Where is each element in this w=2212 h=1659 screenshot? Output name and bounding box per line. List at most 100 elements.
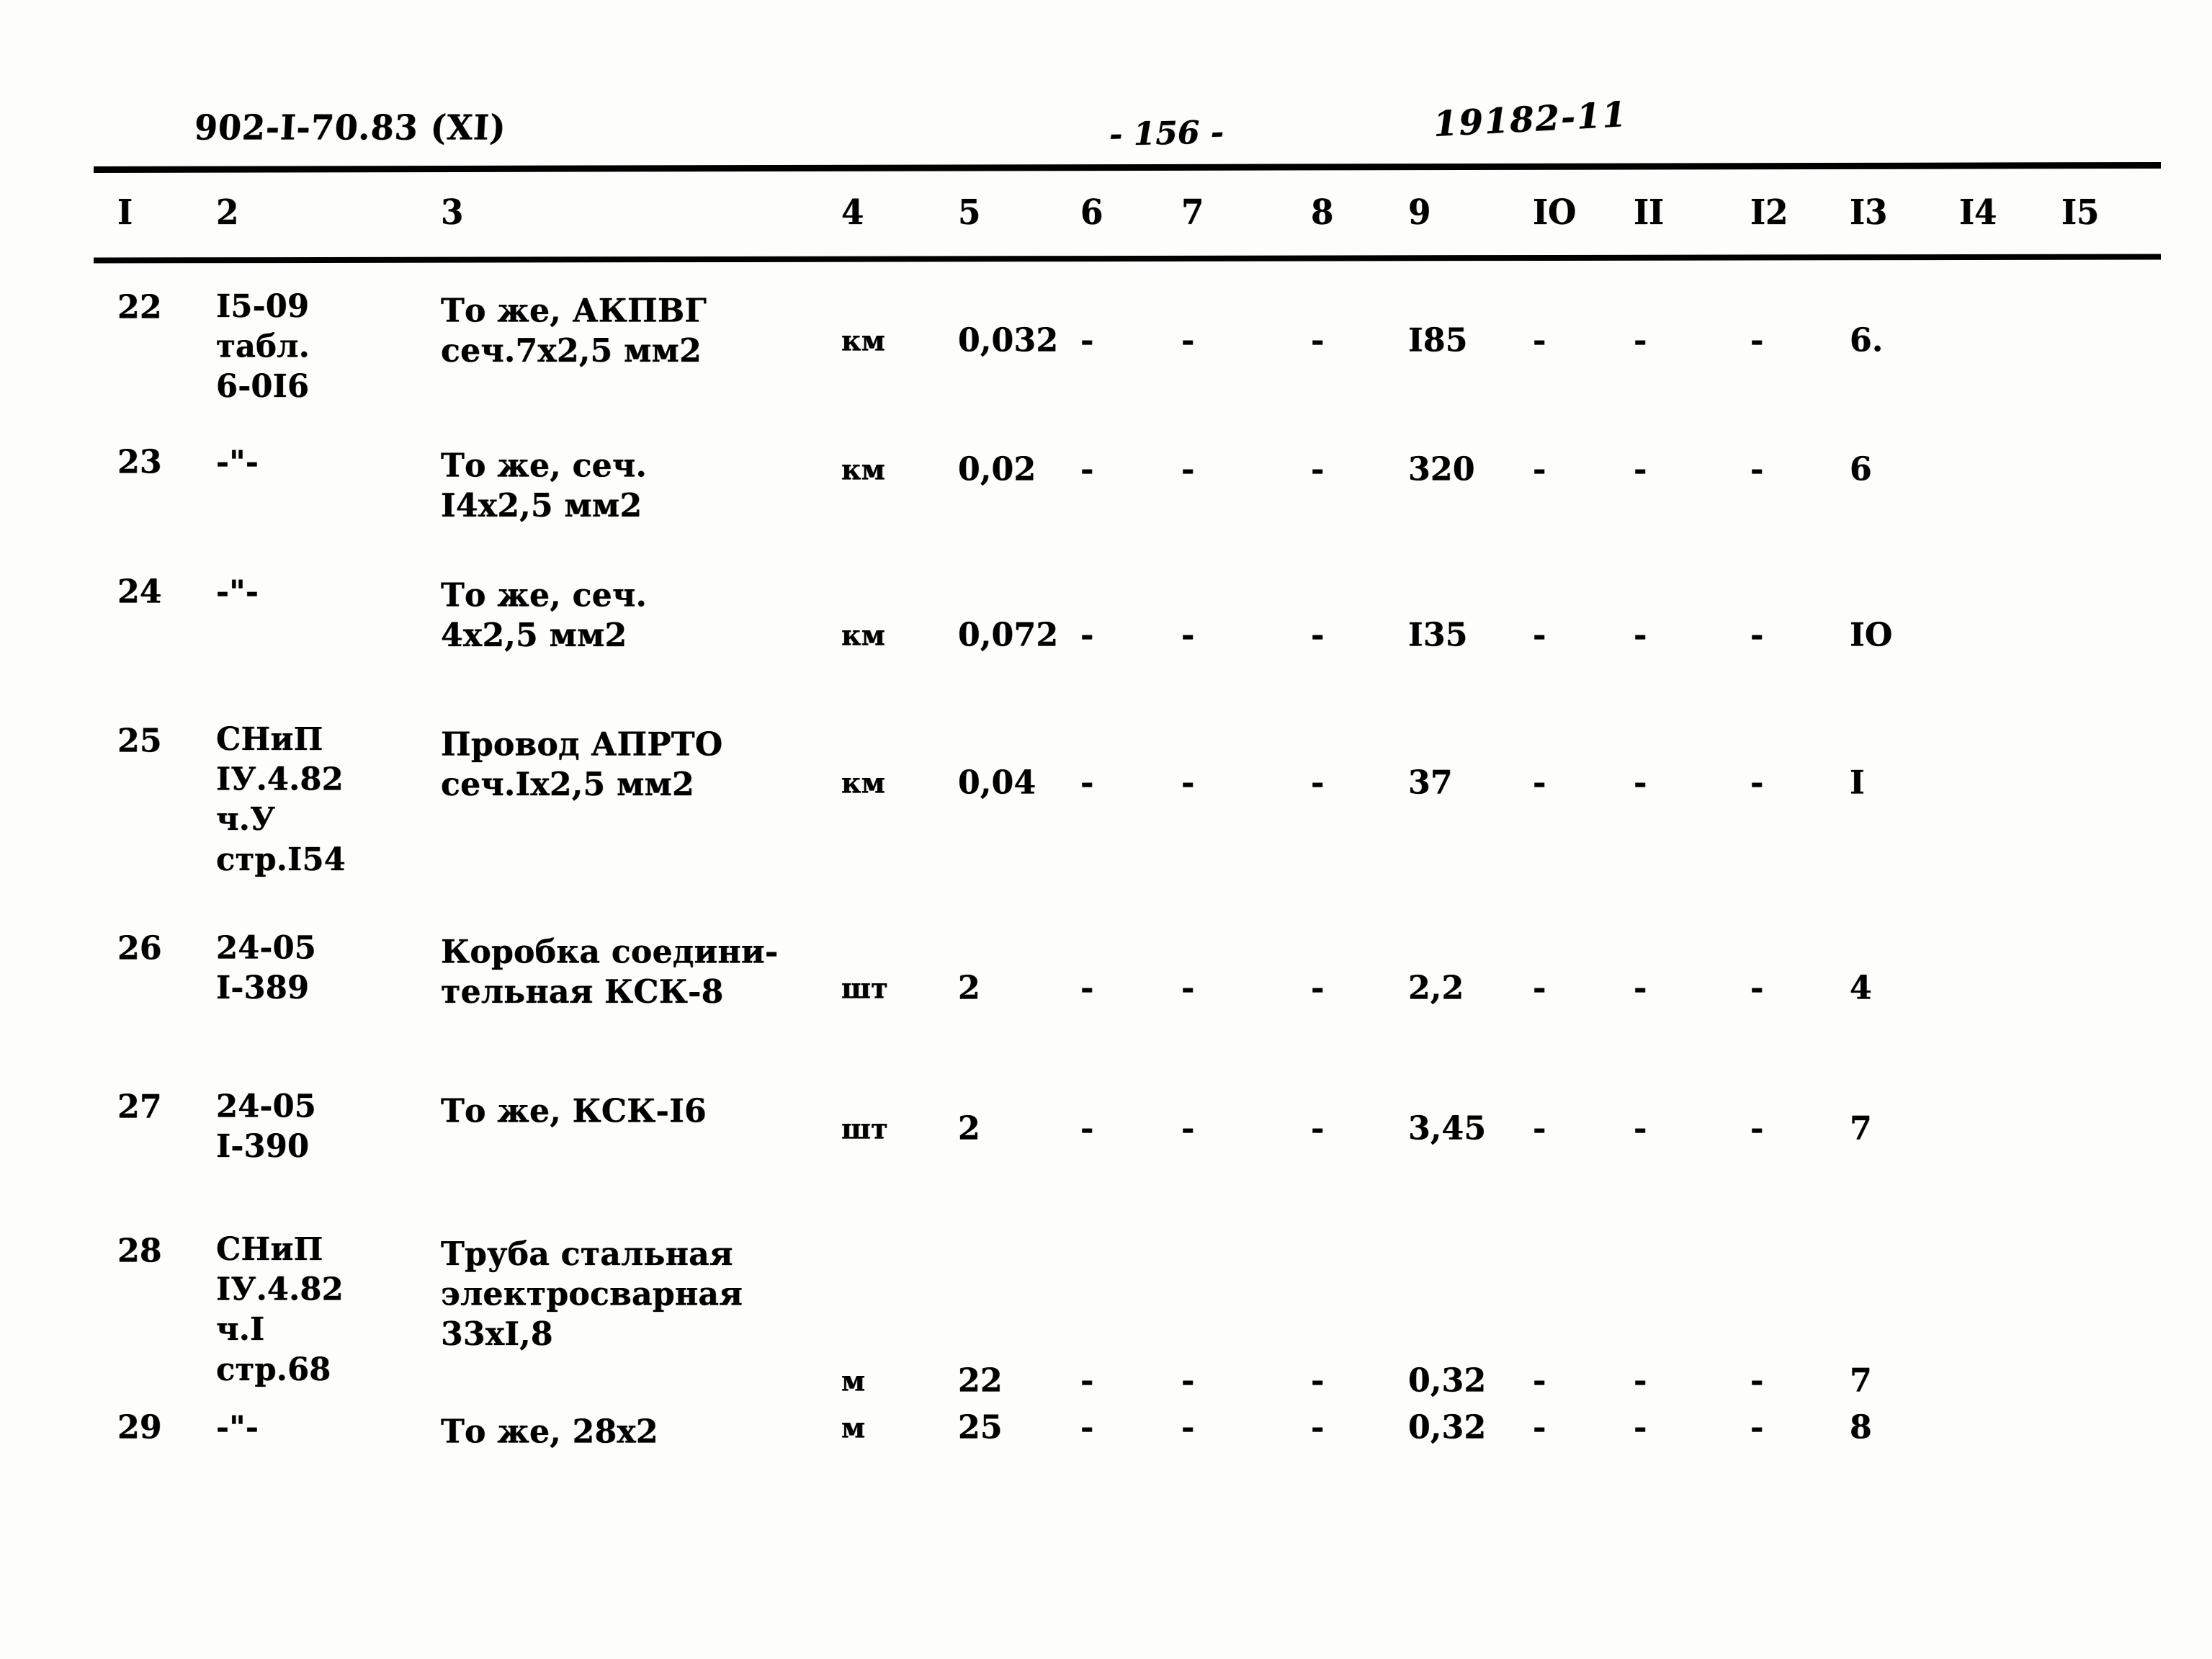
row-col7: -	[1181, 616, 1195, 654]
column-header-11: II	[1634, 192, 1665, 233]
row-col10: -	[1533, 969, 1546, 1007]
row-col7: -	[1181, 1408, 1195, 1446]
row-col9-value: 0,32	[1408, 1361, 1487, 1400]
row-col12: -	[1750, 1109, 1764, 1148]
row-item-name: То же, КСК-I6	[441, 1092, 707, 1130]
row-reference-code: -"-	[216, 444, 259, 481]
row-col6: -	[1080, 1361, 1094, 1400]
row-col8: -	[1311, 969, 1325, 1007]
column-header-5: 5	[958, 192, 981, 233]
row-unit: м	[841, 1410, 866, 1444]
column-header-15: I5	[2061, 192, 2100, 233]
row-item-name: То же, 28х2	[441, 1413, 658, 1451]
row-col12: -	[1750, 450, 1764, 488]
row-col12: -	[1750, 764, 1764, 802]
row-col9-value: I35	[1408, 616, 1468, 654]
row-index: 28	[117, 1232, 162, 1270]
row-reference-code: СНиП IУ.4.82 ч.У стр.I54	[216, 720, 346, 879]
row-quantity: 2	[958, 1109, 980, 1148]
row-col10: -	[1533, 616, 1546, 654]
row-item-name: То же, сеч. 4х2,5 мм2	[441, 576, 648, 655]
row-unit: шт	[841, 971, 888, 1005]
row-col7: -	[1181, 450, 1195, 488]
row-quantity: 2	[958, 969, 980, 1007]
row-index: 29	[117, 1408, 162, 1446]
row-col11: -	[1634, 1408, 1647, 1446]
row-item-name: Провод АПРТО сеч.Iх2,5 мм2	[441, 725, 723, 804]
row-col11: -	[1634, 616, 1647, 654]
row-col7: -	[1181, 321, 1195, 359]
row-index: 26	[117, 929, 162, 967]
row-reference-code: 24-05 I-389	[216, 929, 317, 1007]
row-col12: -	[1750, 969, 1764, 1007]
row-col8: -	[1311, 1361, 1325, 1400]
row-unit: м	[841, 1364, 866, 1398]
row-col13-value: 7	[1850, 1109, 1872, 1148]
row-unit: км	[841, 766, 886, 800]
row-reference-code: 24-05 I-390	[216, 1088, 317, 1166]
row-quantity: 22	[958, 1361, 1003, 1400]
row-col6: -	[1080, 1109, 1094, 1148]
row-col12: -	[1750, 1361, 1764, 1400]
row-col7: -	[1181, 1109, 1195, 1148]
column-header-13: I3	[1850, 192, 1888, 233]
column-header-6: 6	[1080, 192, 1103, 233]
row-col12: -	[1750, 1408, 1764, 1446]
row-col9-value: 0,32	[1408, 1408, 1487, 1446]
row-col9-value: 2,2	[1408, 969, 1464, 1007]
row-col6: -	[1080, 321, 1094, 359]
row-col11: -	[1634, 1109, 1647, 1148]
column-header-3: 3	[441, 192, 464, 233]
row-item-name: То же, АКПВГ сеч.7х2,5 мм2	[441, 292, 707, 370]
row-col7: -	[1181, 969, 1195, 1007]
row-col13-value: 6.	[1850, 321, 1884, 359]
row-quantity: 25	[958, 1408, 1003, 1446]
row-item-name: Коробка соедини- тельная КСК-8	[441, 933, 779, 1011]
row-index: 22	[117, 288, 162, 326]
row-quantity: 0,032	[958, 321, 1059, 359]
row-col7: -	[1181, 764, 1195, 802]
row-index: 24	[117, 573, 162, 611]
row-col11: -	[1634, 969, 1647, 1007]
column-header-10: IO	[1533, 192, 1577, 233]
row-reference-code: СНиП IУ.4.82 ч.I стр.68	[216, 1230, 344, 1389]
row-col8: -	[1311, 450, 1325, 488]
row-col6: -	[1080, 764, 1094, 802]
row-col13-value: 4	[1850, 969, 1872, 1007]
row-col10: -	[1533, 1408, 1546, 1446]
column-header-9: 9	[1408, 192, 1431, 233]
row-col6: -	[1080, 1408, 1094, 1446]
column-header-4: 4	[841, 192, 864, 233]
row-col6: -	[1080, 450, 1094, 488]
row-col7: -	[1181, 1361, 1195, 1400]
row-unit: км	[841, 618, 886, 652]
row-col13-value: IO	[1850, 616, 1893, 654]
column-header-14: I4	[1959, 192, 1997, 233]
row-col12: -	[1750, 616, 1764, 654]
row-col13-value: I	[1850, 764, 1865, 802]
page-number: - 156 -	[1109, 114, 1224, 153]
column-header-8: 8	[1311, 192, 1334, 233]
page-header: 902-I-70.83 (XI) - 156 - 19182-11	[0, 94, 2212, 166]
row-col8: -	[1311, 764, 1325, 802]
row-col10: -	[1533, 321, 1546, 359]
row-item-name: Труба стальная электросварная 33хI,8	[441, 1235, 743, 1354]
row-index: 27	[117, 1088, 162, 1126]
row-col13-value: 7	[1850, 1361, 1872, 1400]
row-col8: -	[1311, 321, 1325, 359]
column-header-12: I2	[1750, 192, 1788, 233]
row-col10: -	[1533, 450, 1546, 488]
row-col11: -	[1634, 321, 1647, 359]
row-col9-value: 37	[1408, 764, 1453, 802]
row-col6: -	[1080, 969, 1094, 1007]
row-unit: км	[841, 452, 886, 486]
column-header-2: 2	[216, 192, 239, 233]
row-col10: -	[1533, 1109, 1546, 1148]
row-col8: -	[1311, 1408, 1325, 1446]
row-col13-value: 6	[1850, 450, 1872, 488]
archive-stamp-number: 19182-11	[1432, 94, 1629, 146]
table-header-rule	[93, 254, 2162, 264]
row-col9-value: I85	[1408, 321, 1468, 359]
row-col10: -	[1533, 1361, 1546, 1400]
row-col9-value: 3,45	[1408, 1109, 1487, 1148]
